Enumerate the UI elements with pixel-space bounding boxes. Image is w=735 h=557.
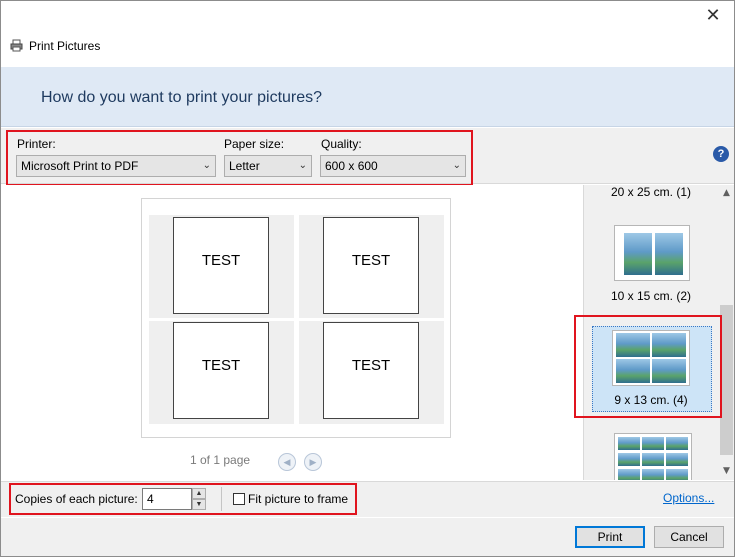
sample-picture (624, 233, 652, 275)
sample-picture (666, 437, 688, 450)
print-button[interactable]: Print (575, 526, 645, 548)
chevron-down-icon: ⌄ (298, 160, 307, 171)
layout-item-label[interactable]: 10 x 15 cm. (2) (591, 289, 711, 303)
sample-picture (666, 469, 688, 480)
page-title: How do you want to print your pictures? (41, 89, 323, 106)
window-title: Print Pictures (29, 39, 101, 53)
sample-picture (642, 453, 664, 466)
page-indicator: 1 of 1 page (190, 453, 251, 467)
options-link[interactable]: Options... (663, 491, 714, 505)
paper-size-label: Paper size: (224, 137, 285, 151)
sample-picture (642, 437, 664, 450)
previous-page-button[interactable]: ◀ (278, 453, 296, 471)
close-icon[interactable]: ✕ (700, 3, 726, 29)
scroll-up-icon[interactable]: ▲ (721, 188, 732, 198)
preview-picture: TEST (323, 322, 419, 419)
layout-thumbnail-wallet[interactable] (614, 433, 692, 480)
printer-select-value: Microsoft Print to PDF (21, 159, 139, 173)
preview-picture: TEST (173, 322, 269, 419)
next-page-button[interactable]: ▶ (304, 453, 322, 471)
quality-select-value: 600 x 600 (325, 159, 378, 173)
copies-highlight (9, 483, 357, 515)
cancel-button[interactable]: Cancel (654, 526, 724, 548)
sample-picture (618, 437, 640, 450)
layout-thumbnail-10x15[interactable] (614, 225, 690, 281)
preview-page: TEST TEST TEST TEST (141, 198, 451, 438)
print-pictures-dialog: ✕ Print Pictures How do you want to prin… (0, 0, 735, 557)
paper-size-select[interactable]: Letter ⌄ (224, 155, 312, 177)
quality-label: Quality: (321, 137, 362, 151)
help-icon[interactable]: ? (713, 146, 729, 162)
sample-picture (655, 233, 683, 275)
chevron-down-icon: ⌄ (452, 160, 461, 171)
sample-picture (618, 469, 640, 480)
sample-picture (642, 469, 664, 480)
selected-layout-highlight (574, 315, 722, 418)
quality-select[interactable]: 600 x 600 ⌄ (320, 155, 466, 177)
chevron-down-icon: ⌄ (202, 160, 211, 171)
preview-picture: TEST (173, 217, 269, 314)
title-bar: ✕ Print Pictures (1, 1, 734, 63)
dialog-footer: Print Cancel (1, 518, 734, 556)
paper-size-select-value: Letter (229, 159, 260, 173)
sample-picture (618, 453, 640, 466)
print-preview-area: TEST TEST TEST TEST 1 of 1 page ◀ ▶ (1, 185, 582, 480)
printer-label: Printer: (17, 137, 56, 151)
preview-picture: TEST (323, 217, 419, 314)
layout-item-label[interactable]: 20 x 25 cm. (1) (591, 185, 711, 199)
sample-picture (666, 453, 688, 466)
printer-select[interactable]: Microsoft Print to PDF ⌄ (16, 155, 216, 177)
printer-icon (10, 39, 23, 52)
scroll-down-icon[interactable]: ▼ (721, 466, 732, 476)
header-band: How do you want to print your pictures? (1, 67, 734, 127)
